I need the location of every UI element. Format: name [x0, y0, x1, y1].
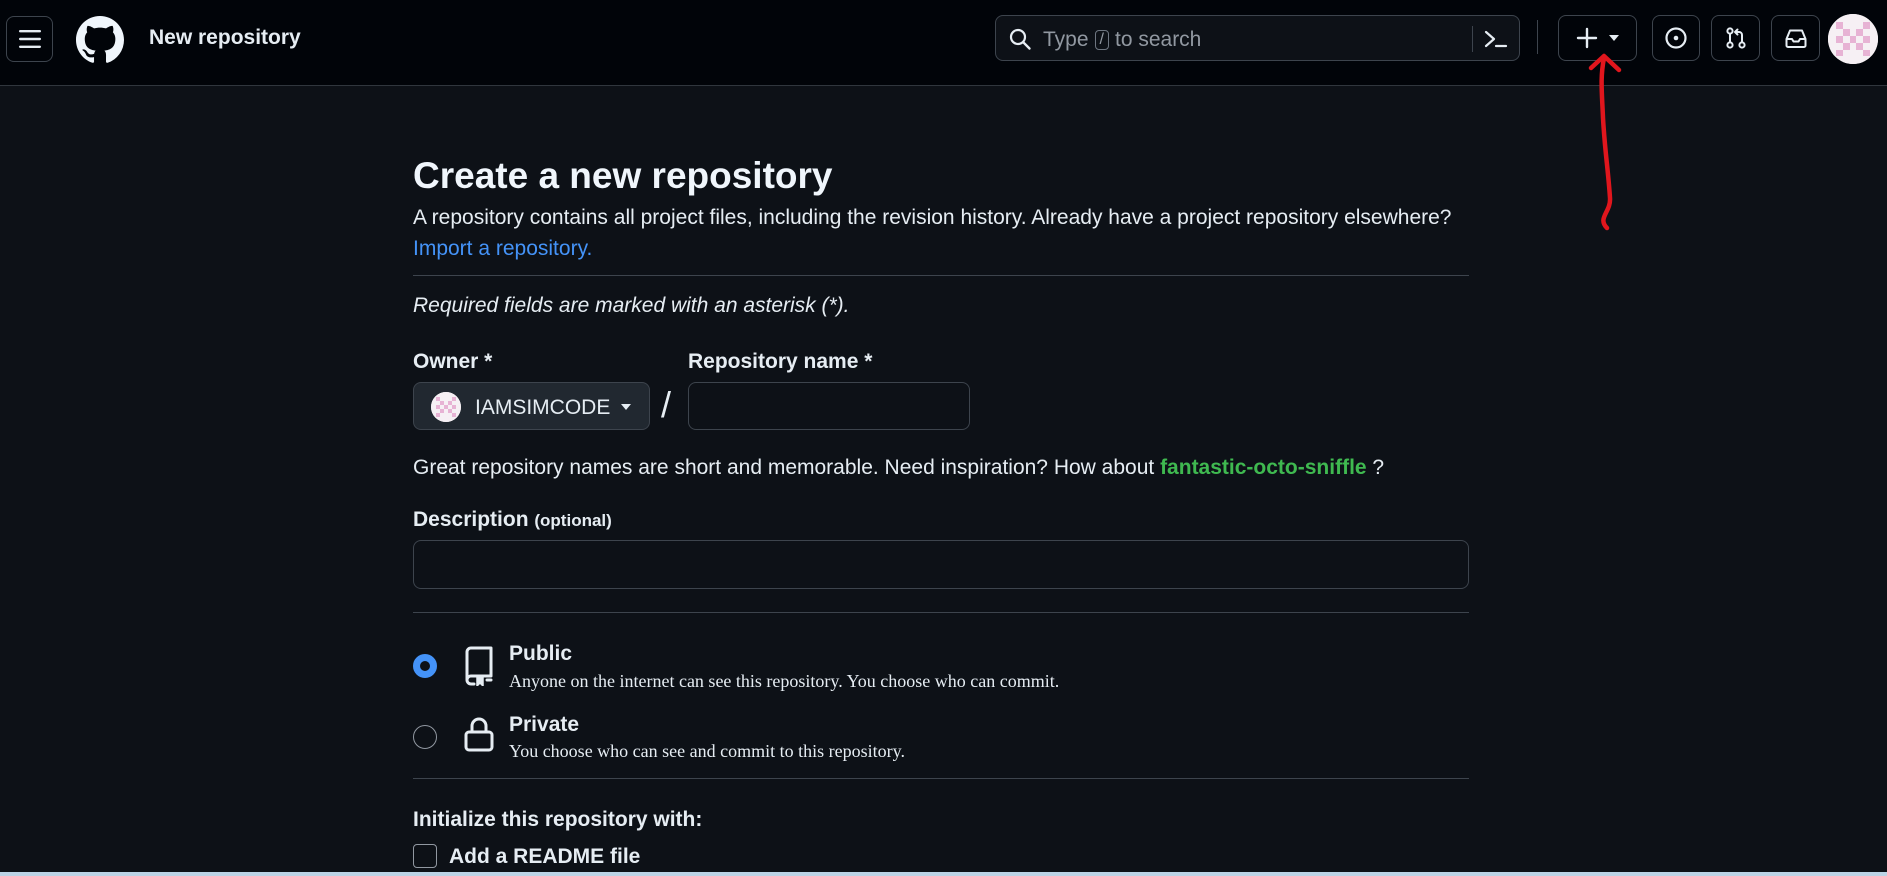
- search-placeholder-prefix: Type: [1043, 28, 1089, 51]
- divider: [413, 275, 1469, 276]
- readme-label[interactable]: Add a README file: [449, 845, 640, 869]
- required-fields-note: Required fields are marked with an aster…: [413, 294, 850, 317]
- command-palette-icon[interactable]: [1483, 27, 1509, 51]
- description-input[interactable]: [413, 540, 1469, 589]
- menu-button[interactable]: [6, 16, 53, 62]
- description-label-text: Description: [413, 508, 529, 531]
- repository-name-label: Repository name *: [688, 350, 873, 373]
- header-separator: [1537, 20, 1538, 54]
- public-title[interactable]: Public: [509, 642, 572, 666]
- git-pull-request-icon: [1725, 27, 1746, 49]
- readme-checkbox[interactable]: [413, 844, 437, 868]
- identicon-avatar: [1828, 14, 1878, 64]
- public-radio[interactable]: [413, 654, 437, 678]
- inbox-button[interactable]: [1771, 15, 1820, 61]
- inbox-icon: [1785, 29, 1806, 48]
- description-optional: (optional): [534, 511, 612, 530]
- initialize-label: Initialize this repository with:: [413, 808, 703, 831]
- issue-opened-icon: [1665, 27, 1687, 49]
- owner-avatar: [431, 392, 461, 422]
- private-radio[interactable]: [413, 725, 437, 749]
- context-title[interactable]: New repository: [149, 26, 301, 50]
- name-suggestion[interactable]: fantastic-octo-sniffle: [1160, 456, 1367, 479]
- page-title: Create a new repository: [413, 155, 833, 196]
- search-placeholder: Type / to search: [1043, 28, 1201, 52]
- triangle-down-icon: [1608, 35, 1619, 41]
- search-divider: [1472, 26, 1473, 52]
- owner-name: IAMSIMCODE: [475, 396, 611, 419]
- search-bar[interactable]: Type / to search: [995, 15, 1520, 61]
- owner-label: Owner *: [413, 350, 493, 373]
- repo-icon: [465, 646, 493, 686]
- repo-name-hint: Great repository names are short and mem…: [413, 456, 1384, 480]
- hint-text: Great repository names are short and mem…: [413, 456, 1155, 479]
- hint-suffix: ?: [1372, 456, 1385, 479]
- plus-icon: [1576, 27, 1597, 49]
- owner-select[interactable]: IAMSIMCODE: [413, 382, 650, 430]
- github-logo[interactable]: [76, 16, 124, 64]
- user-avatar[interactable]: [1828, 14, 1878, 64]
- repository-name-input[interactable]: [688, 382, 970, 430]
- triangle-down-icon: [621, 404, 631, 410]
- search-icon: [1009, 28, 1031, 50]
- divider: [413, 778, 1469, 779]
- owner-identicon: [431, 392, 461, 422]
- bottom-edge: [0, 872, 1887, 876]
- lock-icon: [464, 717, 494, 752]
- annotation-arrow: [1588, 53, 1622, 231]
- search-placeholder-suffix: to search: [1114, 28, 1202, 51]
- public-description: Anyone on the internet can see this repo…: [509, 671, 1060, 691]
- private-title[interactable]: Private: [509, 713, 579, 737]
- private-description: You choose who can see and commit to thi…: [509, 741, 905, 761]
- import-repository-link[interactable]: Import a repository.: [413, 237, 592, 261]
- description-label: Description (optional): [413, 508, 612, 532]
- page-lede: A repository contains all project files,…: [413, 206, 1452, 229]
- divider: [413, 612, 1469, 613]
- pull-requests-button[interactable]: [1711, 15, 1760, 61]
- hamburger-icon: [18, 30, 41, 48]
- issues-button[interactable]: [1652, 15, 1700, 61]
- search-shortcut-key: /: [1094, 30, 1109, 50]
- owner-repo-separator: /: [661, 384, 672, 425]
